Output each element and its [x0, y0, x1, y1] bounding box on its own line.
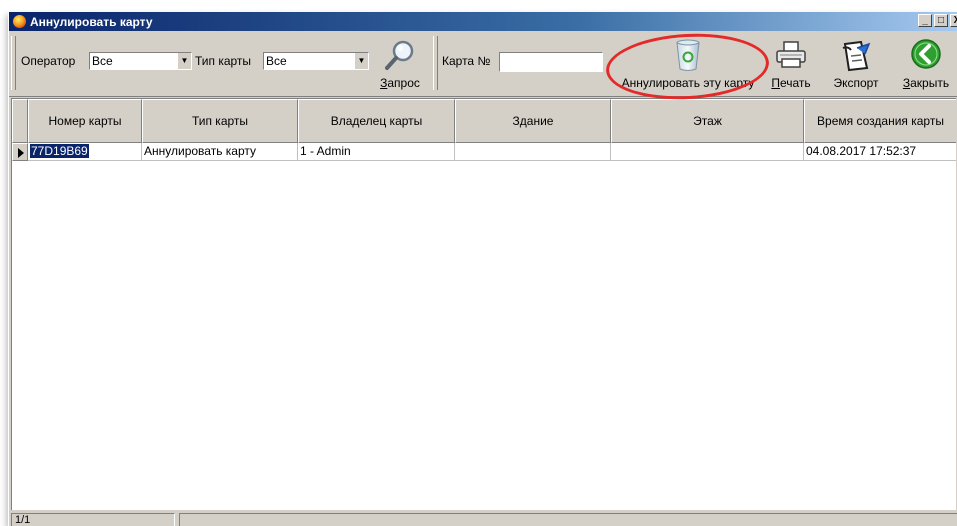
toolbar: Оператор Все ▼ Тип карты Все ▼ Запрос Ка…	[9, 32, 957, 97]
column-header[interactable]: Время создания карты	[804, 99, 956, 143]
annul-card-window: Аннулировать карту _ □ X Оператор Все ▼ …	[8, 12, 957, 526]
toolbar-separator	[433, 36, 438, 90]
recycle-bin-icon	[676, 39, 700, 71]
query-label: Запрос	[380, 76, 420, 90]
column-header[interactable]: Владелец карты	[298, 99, 455, 143]
annul-card-button[interactable]: Аннулировать эту карту	[612, 34, 764, 92]
status-message	[179, 513, 957, 526]
card-no-input[interactable]	[499, 52, 603, 72]
close-window-button[interactable]: X	[950, 14, 957, 27]
query-button[interactable]: Запрос	[374, 34, 426, 92]
column-header[interactable]: Здание	[455, 99, 611, 143]
table-cell-card-type[interactable]: Аннулировать карту	[142, 143, 298, 161]
table-row[interactable]: 77D19B69 Аннулировать карту 1 - Admin 04…	[12, 143, 956, 161]
table-cell-building[interactable]	[455, 143, 611, 161]
operator-select[interactable]: Все ▼	[89, 52, 192, 70]
card-no-label: Карта №	[442, 54, 491, 68]
header-indicator-cell	[12, 99, 28, 143]
chevron-down-icon[interactable]: ▼	[354, 53, 368, 69]
card-type-value: Все	[266, 54, 287, 68]
table-cell-owner[interactable]: 1 - Admin	[298, 143, 455, 161]
minimize-button[interactable]: _	[918, 14, 932, 27]
export-button[interactable]: Экспорт	[826, 34, 886, 92]
maximize-button[interactable]: □	[934, 14, 948, 27]
magnifier-icon	[385, 40, 414, 70]
print-label: Печать	[771, 76, 811, 90]
column-header[interactable]: Номер карты	[28, 99, 142, 143]
card-type-label: Тип карты	[195, 54, 252, 68]
close-button[interactable]: Закрыть	[897, 34, 955, 92]
print-button[interactable]: Печать	[766, 34, 816, 92]
printer-icon	[776, 41, 806, 68]
column-header[interactable]: Тип карты	[142, 99, 298, 143]
cards-table[interactable]: Номер карты Тип карты Владелец карты Зда…	[11, 98, 956, 510]
card-type-select[interactable]: Все ▼	[263, 52, 369, 70]
column-header[interactable]: Этаж	[611, 99, 804, 143]
export-label: Экспорт	[833, 76, 879, 90]
operator-value: Все	[92, 54, 113, 68]
annul-card-label: Аннулировать эту карту	[621, 76, 755, 90]
table-header: Номер карты Тип карты Владелец карты Зда…	[12, 99, 956, 143]
table-cell-card-number[interactable]: 77D19B69	[28, 143, 142, 161]
window-title: Аннулировать карту	[30, 14, 153, 29]
table-cell-floor[interactable]	[611, 143, 804, 161]
chevron-down-icon[interactable]: ▼	[177, 53, 191, 69]
status-bar: 1/1	[9, 512, 957, 526]
back-arrow-icon	[911, 39, 941, 69]
table-cell-created[interactable]: 04.08.2017 17:52:37	[804, 143, 956, 161]
export-document-icon	[842, 40, 871, 72]
app-icon	[13, 15, 26, 28]
title-bar[interactable]: Аннулировать карту _ □ X	[9, 12, 957, 31]
close-label: Закрыть	[902, 76, 950, 90]
status-record-count: 1/1	[11, 513, 175, 526]
row-indicator-icon	[12, 143, 28, 161]
operator-label: Оператор	[21, 54, 76, 68]
window-controls: _ □ X	[916, 14, 957, 27]
toolbar-grip[interactable]	[11, 36, 16, 90]
